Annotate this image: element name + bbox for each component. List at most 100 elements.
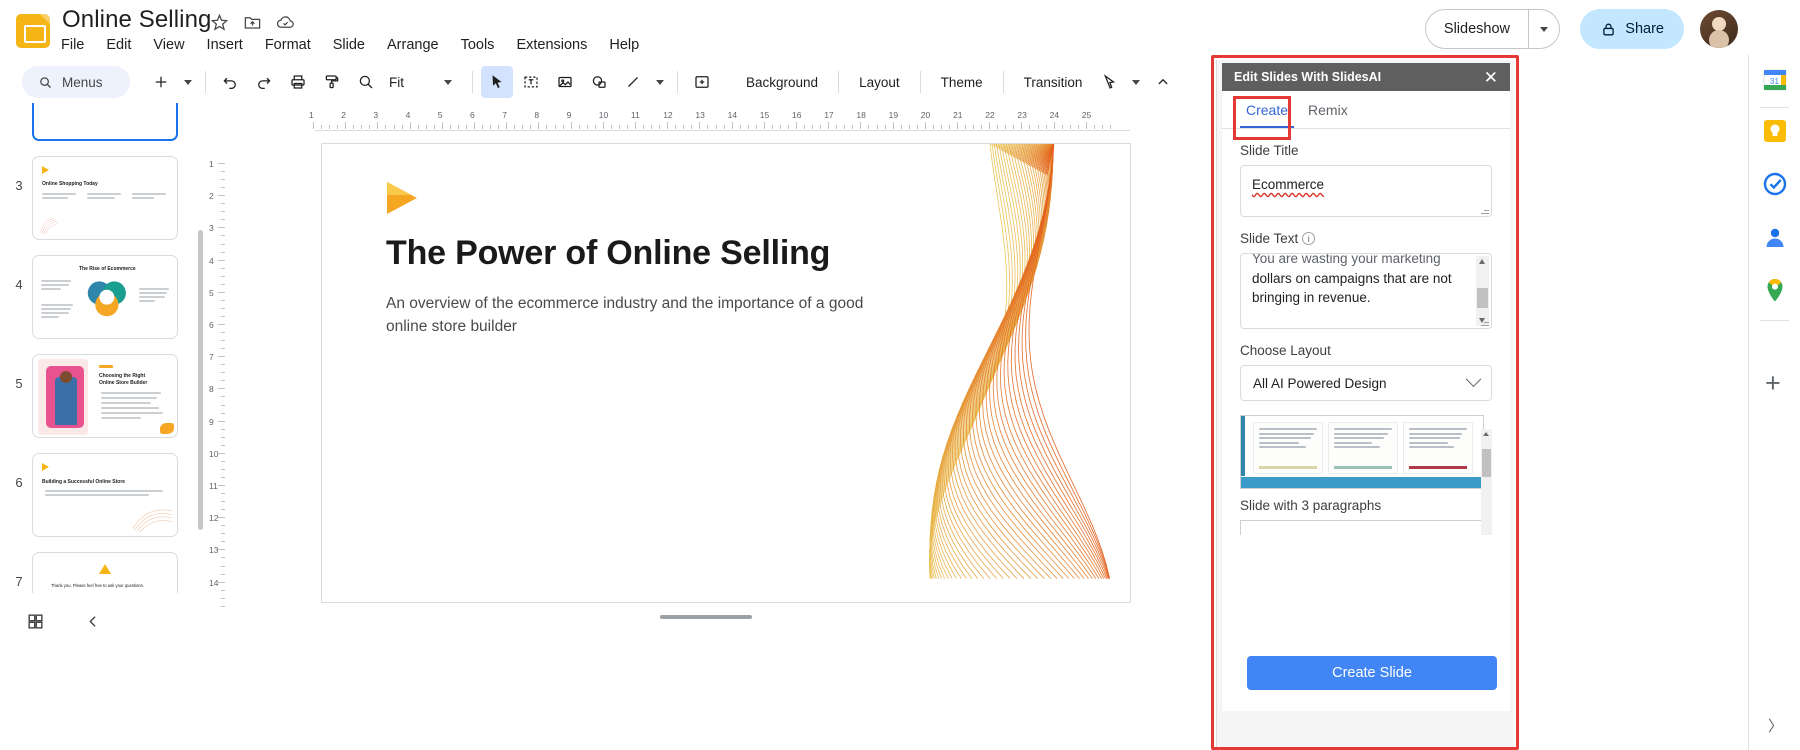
menu-format[interactable]: Format	[254, 34, 322, 56]
divider	[472, 71, 473, 93]
slide-thumbnail[interactable]: Online Shopping Today	[32, 156, 178, 240]
ruler-mark: 22	[985, 110, 994, 120]
collapse-toolbar-button[interactable]	[1147, 66, 1179, 98]
filmstrip-item[interactable]: 2	[0, 103, 205, 141]
layout-option[interactable]: Slide with 3 paragraphs	[1240, 415, 1492, 513]
slide-thumbnail[interactable]: Thank you. Please feel free to ask your …	[32, 552, 178, 593]
slideshow-dropdown-icon[interactable]	[1529, 10, 1559, 48]
scroll-up-icon[interactable]	[1479, 259, 1485, 264]
slide-title-text[interactable]: The Power of Online Selling	[386, 234, 830, 273]
tab-remix[interactable]: Remix	[1298, 91, 1358, 128]
document-title[interactable]: Online Selling	[62, 6, 212, 34]
expand-rail-icon[interactable]: 〉	[1768, 715, 1783, 736]
menu-view[interactable]: View	[142, 34, 195, 56]
select-tool-button[interactable]	[481, 66, 513, 98]
ruler-tick	[732, 122, 733, 129]
menu-edit[interactable]: Edit	[95, 34, 142, 56]
google-maps-icon[interactable]	[1762, 277, 1788, 303]
layout-list-scrollbar[interactable]	[1481, 429, 1492, 535]
menu-help[interactable]: Help	[598, 34, 650, 56]
pointer-mode-button[interactable]	[1093, 66, 1125, 98]
tab-create[interactable]: Create	[1236, 91, 1298, 128]
ruler-tick	[221, 203, 225, 204]
background-button[interactable]: Background	[733, 70, 831, 95]
filmstrip-item[interactable]: 5 Choosing the Right Online Store Builde…	[0, 354, 205, 438]
menu-file[interactable]: File	[50, 34, 95, 56]
slide-thumbnail[interactable]: The Rise of Ecommerce	[32, 255, 178, 339]
scroll-thumb[interactable]	[1482, 449, 1491, 477]
resize-grip-icon[interactable]	[1480, 318, 1489, 327]
menu-insert[interactable]: Insert	[196, 34, 254, 56]
move-to-folder-icon[interactable]	[241, 11, 263, 33]
paint-format-button[interactable]	[316, 66, 348, 98]
ruler-tick	[571, 122, 572, 129]
add-on-plus-icon[interactable]: +	[1765, 370, 1781, 397]
pointer-dropdown-icon[interactable]	[1127, 66, 1145, 98]
menu-slide[interactable]: Slide	[322, 34, 376, 56]
print-button[interactable]	[282, 66, 314, 98]
shape-tool-button[interactable]	[583, 66, 615, 98]
filmstrip-scrollbar[interactable]	[198, 230, 203, 530]
create-slide-button[interactable]: Create Slide	[1247, 656, 1497, 690]
ruler-tick	[973, 125, 974, 129]
google-tasks-icon[interactable]	[1762, 171, 1788, 197]
add-comment-button[interactable]	[686, 66, 718, 98]
zoom-level-label[interactable]: Fit	[383, 75, 410, 90]
slide-text-scrollbar[interactable]	[1476, 256, 1489, 326]
ruler-tick	[218, 356, 225, 357]
menu-extensions[interactable]: Extensions	[505, 34, 598, 56]
ruler-tick	[885, 125, 886, 129]
filmstrip-item[interactable]: 3 Online Shopping Today	[0, 156, 205, 240]
menus-label: Menus	[62, 75, 103, 90]
new-slide-dropdown[interactable]	[179, 66, 197, 98]
line-dropdown-icon[interactable]	[651, 66, 669, 98]
layout-button[interactable]: Layout	[846, 70, 913, 95]
new-slide-button[interactable]	[145, 66, 177, 98]
menu-tools[interactable]: Tools	[450, 34, 506, 56]
layout-select[interactable]: All AI Powered Design	[1240, 365, 1492, 401]
avatar[interactable]	[1700, 10, 1738, 48]
undo-button[interactable]	[214, 66, 246, 98]
line-tool-button[interactable]	[617, 66, 649, 98]
slideshow-button[interactable]: Slideshow	[1426, 10, 1528, 48]
slide-text-input[interactable]: You are wasting your marketing dollars o…	[1240, 253, 1492, 329]
google-contacts-icon[interactable]	[1762, 224, 1788, 250]
slide-thumbnail[interactable]	[32, 103, 178, 141]
image-tool-button[interactable]	[549, 66, 581, 98]
canvas-horizontal-scrollbar[interactable]	[660, 615, 752, 619]
share-button[interactable]: Share	[1580, 9, 1684, 49]
redo-button[interactable]	[248, 66, 280, 98]
ruler-tick	[997, 125, 998, 129]
filmstrip-item[interactable]: 4 The Rise of Ecommerce	[0, 255, 205, 339]
slide-title-input[interactable]: Ecommerce	[1240, 165, 1492, 217]
slide-thumbnail[interactable]: Building a Successful Online Store	[32, 453, 178, 537]
current-slide[interactable]: The Power of Online Selling An overview …	[321, 143, 1131, 603]
collapse-filmstrip-button[interactable]	[76, 605, 110, 639]
layout-option-list[interactable]: Slide with 3 paragraphs Slide with 2 Col…	[1240, 415, 1492, 535]
transition-button[interactable]: Transition	[1011, 70, 1096, 95]
google-calendar-icon[interactable]: 31	[1762, 67, 1788, 93]
zoom-dropdown-icon[interactable]	[432, 66, 464, 98]
zoom-button[interactable]	[350, 66, 382, 98]
star-icon[interactable]	[208, 11, 230, 33]
layout-option-next[interactable]: Slide with 2 Columns & subtitles v1	[1240, 520, 1484, 535]
close-icon[interactable]: ✕	[1484, 69, 1498, 86]
slide-thumbnail[interactable]: Choosing the Right Online Store Builder	[32, 354, 178, 438]
grid-view-button[interactable]	[18, 605, 52, 639]
slide-logo-highlight-icon	[387, 182, 411, 195]
layout-preview-thumbnail[interactable]	[1240, 415, 1484, 489]
slide-subtitle-text[interactable]: An overview of the ecommerce industry an…	[386, 292, 866, 339]
textbox-tool-button[interactable]	[515, 66, 547, 98]
slide-filmstrip[interactable]: 2 3 Online Shopping Today	[0, 103, 205, 593]
cloud-saved-icon[interactable]	[274, 11, 296, 33]
menu-arrange[interactable]: Arrange	[376, 34, 450, 56]
menus-search-button[interactable]: Menus	[22, 66, 130, 98]
scroll-up-icon[interactable]	[1483, 432, 1489, 436]
scroll-thumb[interactable]	[1477, 288, 1488, 308]
google-keep-icon[interactable]	[1762, 118, 1788, 144]
resize-grip-icon[interactable]	[1480, 206, 1489, 215]
info-icon[interactable]: i	[1302, 232, 1315, 245]
filmstrip-item[interactable]: 7 Thank you. Please feel free to ask you…	[0, 552, 205, 593]
theme-button[interactable]: Theme	[928, 70, 996, 95]
filmstrip-item[interactable]: 6 Building a Successful Online Store	[0, 453, 205, 537]
